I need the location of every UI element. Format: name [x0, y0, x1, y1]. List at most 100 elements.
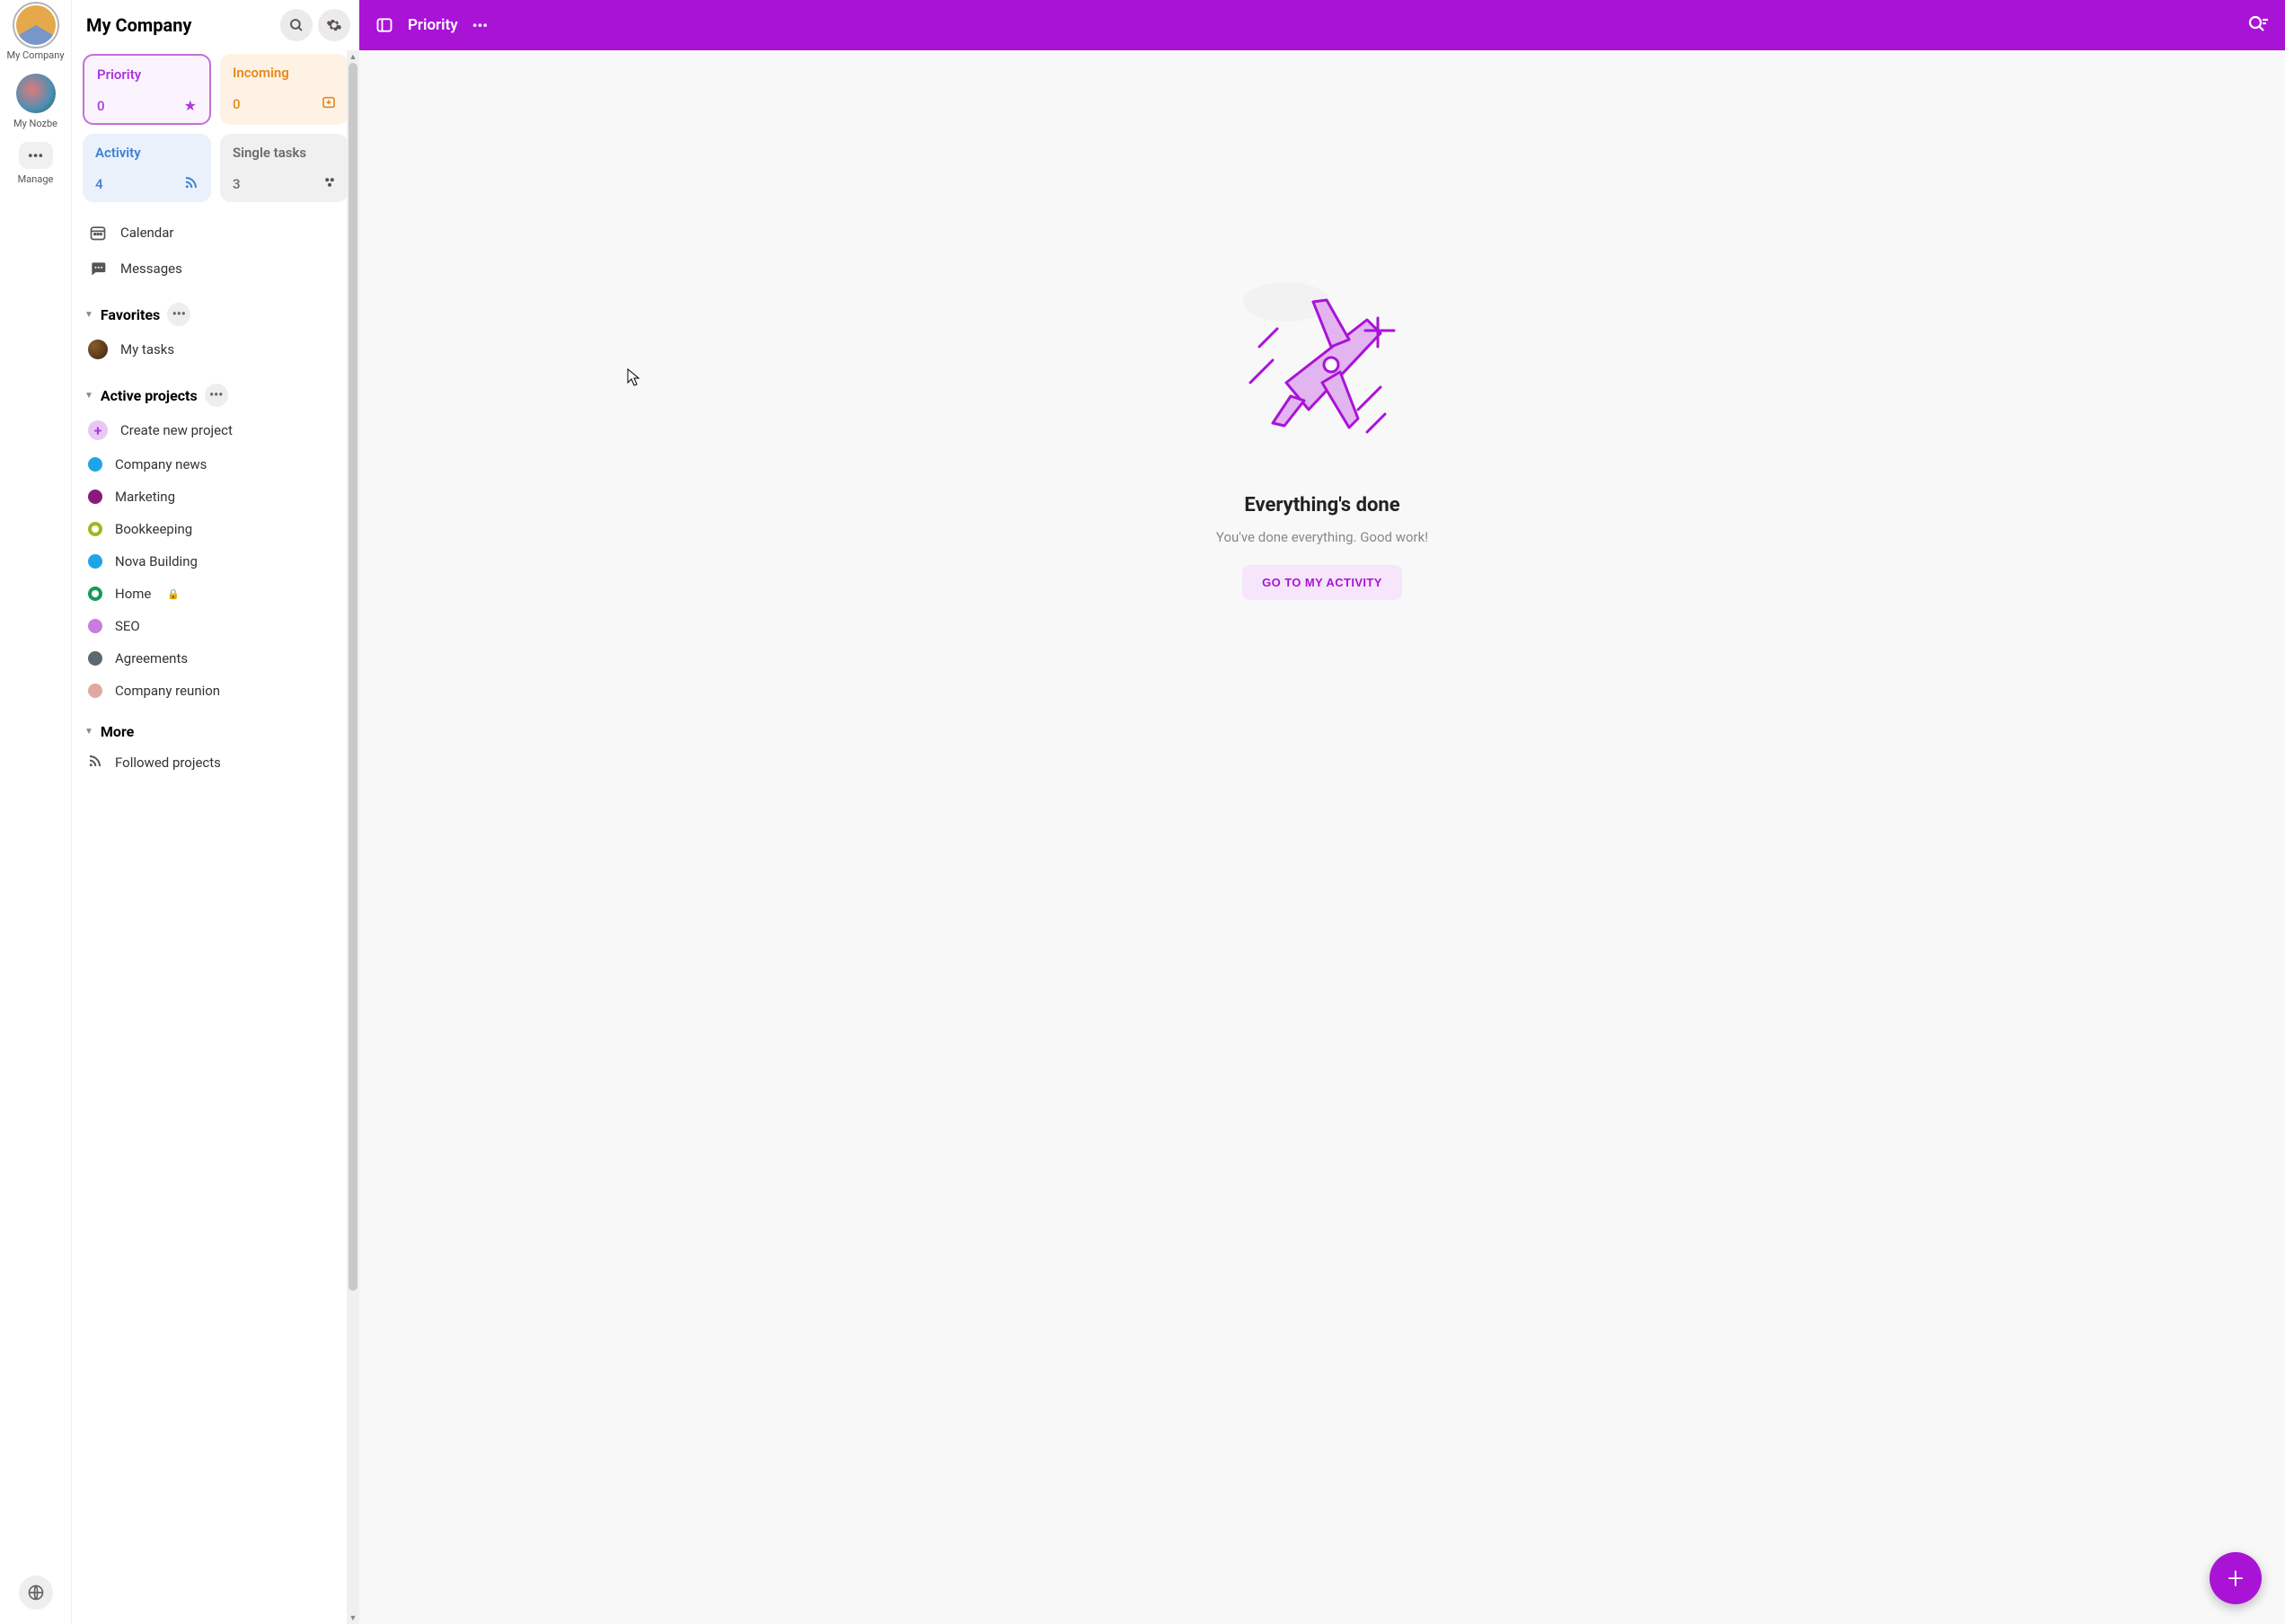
- chat-icon: [88, 259, 108, 278]
- sidebar: My Company Priority 0 ★ Incoming: [72, 0, 359, 1624]
- topbar: Priority •••: [359, 0, 2285, 50]
- lock-icon: 🔒: [167, 588, 180, 600]
- project-item[interactable]: Home 🔒: [83, 578, 348, 610]
- project-item[interactable]: Bookkeeping: [83, 513, 348, 545]
- project-color-icon: [88, 587, 102, 601]
- section-more[interactable]: ▼ More: [83, 723, 348, 740]
- project-color-icon: [88, 684, 102, 698]
- dots-cluster-icon: [323, 175, 336, 192]
- rail-workspace[interactable]: My Company: [6, 5, 64, 61]
- inbox-icon: [322, 95, 336, 113]
- project-item-label: Company news: [115, 456, 207, 472]
- chevron-down-icon: ▼: [84, 391, 93, 401]
- tile-incoming[interactable]: Incoming 0: [220, 54, 348, 125]
- sidebar-link-messages-label: Messages: [120, 260, 182, 277]
- project-item-label: Marketing: [115, 489, 175, 505]
- plus-icon: +: [2228, 1561, 2244, 1595]
- main-area: Priority •••: [359, 0, 2285, 1624]
- ellipsis-icon[interactable]: •••: [167, 303, 190, 326]
- tile-single-tasks[interactable]: Single tasks 3: [220, 134, 348, 202]
- project-color-icon: [88, 522, 102, 536]
- topbar-title: Priority: [408, 16, 458, 34]
- rail-manage[interactable]: ••• Manage: [18, 142, 54, 185]
- project-color-icon: [88, 651, 102, 666]
- sidebar-header: My Company: [72, 0, 359, 50]
- project-color-icon: [88, 457, 102, 472]
- rail-workspace[interactable]: My Nozbe: [6, 74, 64, 129]
- rail-manage-label: Manage: [18, 174, 54, 185]
- project-color-icon: [88, 554, 102, 569]
- empty-subtitle: You've done everything. Good work!: [1216, 529, 1428, 545]
- calendar-icon: [88, 223, 108, 243]
- tile-incoming-title: Incoming: [233, 65, 336, 81]
- tile-priority[interactable]: Priority 0 ★: [83, 54, 211, 125]
- tile-incoming-count: 0: [233, 96, 241, 112]
- sidebar-link-calendar[interactable]: Calendar: [83, 215, 348, 251]
- workspace-label: My Company: [6, 50, 64, 61]
- tile-priority-count: 0: [97, 98, 105, 114]
- project-color-icon: [88, 619, 102, 633]
- project-item-label: Company reunion: [115, 683, 220, 699]
- project-item[interactable]: SEO: [83, 610, 348, 642]
- project-item-label: Nova Building: [115, 553, 198, 569]
- chevron-down-icon: ▼: [84, 727, 93, 737]
- sidebar-link-followed-projects[interactable]: Followed projects: [83, 746, 348, 780]
- ellipsis-icon[interactable]: •••: [205, 384, 228, 407]
- tile-single-title: Single tasks: [233, 145, 336, 161]
- empty-title: Everything's done: [1244, 494, 1399, 516]
- project-item-label: Home: [115, 586, 151, 602]
- search-filter-icon[interactable]: [2247, 14, 2269, 36]
- create-new-project[interactable]: + Create new project: [83, 412, 348, 448]
- workspace-label: My Nozbe: [13, 119, 57, 129]
- go-to-activity-button[interactable]: GO TO MY ACTIVITY: [1242, 565, 1402, 600]
- section-active-projects[interactable]: ▼ Active projects •••: [83, 384, 348, 407]
- project-item-label: Bookkeeping: [115, 521, 192, 537]
- add-task-fab[interactable]: +: [2210, 1552, 2262, 1604]
- favorite-item-label: My tasks: [120, 341, 174, 357]
- star-icon: ★: [184, 97, 197, 114]
- project-item[interactable]: Company reunion: [83, 675, 348, 707]
- rss-icon: [184, 175, 199, 193]
- create-new-project-label: Create new project: [120, 422, 233, 438]
- project-color-icon: [88, 490, 102, 504]
- tile-activity-title: Activity: [95, 145, 199, 161]
- search-icon[interactable]: [280, 9, 313, 41]
- chevron-down-icon: ▼: [84, 310, 93, 320]
- scrollbar-thumb[interactable]: [348, 63, 357, 1291]
- section-more-title: More: [101, 723, 134, 740]
- scroll-down-icon[interactable]: ▼: [347, 1611, 359, 1624]
- tile-activity[interactable]: Activity 4: [83, 134, 211, 202]
- project-item[interactable]: Nova Building: [83, 545, 348, 578]
- avatar-icon: [88, 340, 108, 359]
- tile-priority-title: Priority: [97, 66, 197, 83]
- sidebar-title: My Company: [86, 14, 275, 36]
- project-item[interactable]: Agreements: [83, 642, 348, 675]
- sidebar-link-calendar-label: Calendar: [120, 225, 174, 241]
- project-item-label: Agreements: [115, 650, 188, 666]
- scroll-up-icon[interactable]: ▲: [347, 50, 359, 63]
- empty-state: Everything's done You've done everything…: [359, 50, 2285, 1624]
- favorite-item[interactable]: My tasks: [83, 331, 348, 367]
- sidebar-toggle-icon[interactable]: [375, 16, 393, 34]
- gear-icon[interactable]: [318, 9, 350, 41]
- sidebar-link-messages[interactable]: Messages: [83, 251, 348, 287]
- globe-icon[interactable]: [19, 1575, 53, 1610]
- airplane-illustration-icon: [1223, 275, 1421, 458]
- section-favorites-title: Favorites: [101, 306, 160, 323]
- rss-icon: [88, 754, 102, 772]
- tile-activity-count: 4: [95, 176, 103, 192]
- project-item[interactable]: Marketing: [83, 481, 348, 513]
- project-item[interactable]: Company news: [83, 448, 348, 481]
- workspace-rail: My Company My Nozbe ••• Manage: [0, 0, 72, 1624]
- sidebar-scroll[interactable]: Priority 0 ★ Incoming 0 Act: [72, 50, 359, 1624]
- sidebar-scrollbar[interactable]: ▲ ▼: [347, 50, 359, 1624]
- section-active-projects-title: Active projects: [101, 387, 198, 404]
- followed-projects-label: Followed projects: [115, 755, 221, 771]
- section-favorites[interactable]: ▼ Favorites •••: [83, 303, 348, 326]
- ellipsis-icon[interactable]: •••: [472, 17, 488, 34]
- plus-icon: +: [88, 420, 108, 440]
- tile-single-count: 3: [233, 176, 241, 192]
- workspace-avatar-icon: [16, 5, 56, 45]
- workspace-avatar-icon: [16, 74, 56, 113]
- ellipsis-icon: •••: [19, 142, 53, 169]
